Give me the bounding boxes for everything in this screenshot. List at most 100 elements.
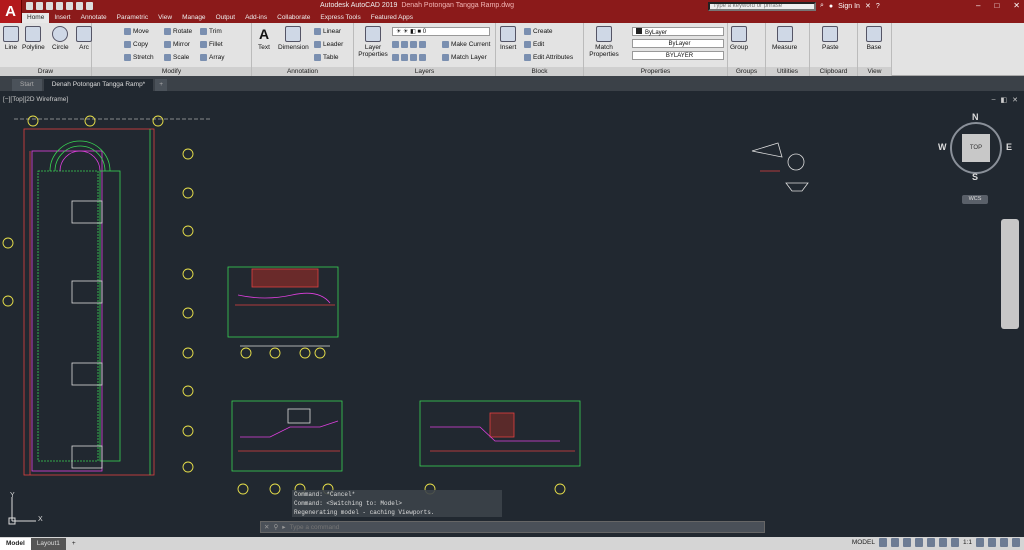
layer-tool-icons-2[interactable]	[392, 54, 426, 61]
ortho-icon[interactable]	[902, 538, 911, 547]
layer-properties-button[interactable]: Layer Properties	[357, 26, 389, 58]
panel-title-annotation[interactable]: Annotation	[252, 67, 353, 76]
scale-button[interactable]: Scale	[164, 54, 189, 61]
panel-title-modify[interactable]: Modify	[92, 67, 251, 76]
ribbon-tab-parametric[interactable]: Parametric	[112, 13, 153, 23]
saveas-icon[interactable]	[56, 2, 63, 10]
panel-title-clipboard[interactable]: Clipboard	[810, 67, 857, 76]
new-tab-button[interactable]: +	[155, 79, 168, 91]
compass-east[interactable]: E	[1006, 142, 1012, 152]
trim-button[interactable]: Trim	[200, 28, 222, 35]
command-close-icon[interactable]: ✕	[264, 523, 269, 531]
create-block-button[interactable]: Create	[524, 28, 553, 35]
exchange-icon[interactable]: ✕	[865, 2, 871, 10]
model-space-toggle[interactable]: MODEL	[852, 539, 875, 546]
color-dropdown[interactable]: ByLayer	[632, 27, 724, 36]
panel-title-draw[interactable]: Draw	[0, 67, 91, 76]
compass-south[interactable]: S	[972, 172, 978, 182]
edit-block-button[interactable]: Edit	[524, 41, 544, 48]
mirror-button[interactable]: Mirror	[164, 41, 190, 48]
panel-title-properties[interactable]: Properties	[584, 67, 727, 76]
customize-icon[interactable]	[1012, 538, 1020, 547]
user-icon[interactable]: ●	[829, 3, 833, 10]
arc-button[interactable]: Arc	[76, 26, 92, 51]
sign-in-link[interactable]: Sign In	[838, 3, 860, 10]
ribbon-tab-featured-apps[interactable]: Featured Apps	[366, 13, 418, 23]
array-button[interactable]: Array	[200, 54, 225, 61]
help-icon[interactable]: ?	[876, 3, 880, 10]
polyline-button[interactable]: Polyline	[22, 26, 45, 51]
ribbon-tab-express-tools[interactable]: Express Tools	[315, 13, 365, 23]
lineweight-dropdown[interactable]: BYLAYER	[632, 51, 724, 60]
table-button[interactable]: Table	[314, 54, 339, 61]
panel-title-view[interactable]: View	[858, 67, 891, 76]
layout-tab-layout1[interactable]: Layout1	[30, 537, 66, 550]
ribbon-tab-add-ins[interactable]: Add-ins	[240, 13, 272, 23]
rotate-button[interactable]: Rotate	[164, 28, 192, 35]
compass-west[interactable]: W	[938, 142, 947, 152]
fullscreen-icon[interactable]	[1000, 538, 1008, 547]
layer-dropdown[interactable]: ☀ ☀ ◧ ■ 0	[392, 27, 490, 36]
workspace-gear-icon[interactable]	[976, 538, 984, 547]
file-tab-start[interactable]: Start	[12, 79, 42, 91]
grid-icon[interactable]	[878, 538, 887, 547]
paste-button[interactable]: Paste	[822, 26, 839, 51]
panel-title-layers[interactable]: Layers	[354, 67, 495, 76]
command-customize-icon[interactable]: ⚲	[273, 523, 278, 531]
viewcube[interactable]: TOP N S E W	[938, 112, 1012, 182]
save-icon[interactable]	[46, 2, 53, 10]
measure-button[interactable]: Measure	[772, 26, 797, 51]
minimize-icon[interactable]: –	[976, 1, 980, 10]
ribbon-tab-insert[interactable]: Insert	[49, 13, 75, 23]
ribbon-tab-output[interactable]: Output	[211, 13, 241, 23]
base-button[interactable]: Base	[866, 26, 882, 51]
linear-button[interactable]: Linear	[314, 28, 341, 35]
group-button[interactable]: Group	[730, 26, 748, 51]
panel-title-block[interactable]: Block	[496, 67, 583, 76]
ribbon-tab-view[interactable]: View	[153, 13, 177, 23]
open-icon[interactable]	[36, 2, 43, 10]
file-tab-drawing[interactable]: Denah Potongan Tangga Ramp*	[43, 79, 154, 91]
layout-tab-model[interactable]: Model	[0, 537, 31, 550]
drawing-viewport[interactable]: [−][Top][2D Wireframe] – ◧ ✕ TOP N S E W…	[0, 91, 1024, 537]
binoculars-icon[interactable]: ⌕	[820, 2, 824, 10]
osnap-icon[interactable]	[926, 538, 935, 547]
viewcube-top-face[interactable]: TOP	[962, 134, 990, 162]
new-layout-button[interactable]: +	[66, 538, 82, 550]
text-button[interactable]: A Text	[256, 26, 272, 51]
lineweight-icon[interactable]	[938, 538, 947, 547]
panel-title-groups[interactable]: Groups	[728, 67, 765, 76]
layer-tool-icons[interactable]	[392, 41, 426, 48]
edit-attributes-button[interactable]: Edit Attributes	[524, 54, 573, 61]
ribbon-tab-home[interactable]: Home	[22, 13, 50, 23]
insert-button[interactable]: Insert	[500, 26, 516, 51]
stretch-button[interactable]: Stretch	[124, 54, 154, 61]
match-layer-button[interactable]: Match Layer	[442, 54, 487, 61]
annotation-scale[interactable]: 1:1	[963, 539, 972, 546]
navigation-bar[interactable]	[1001, 219, 1019, 329]
circle-button[interactable]: Circle	[52, 26, 69, 51]
snap-icon[interactable]	[890, 538, 899, 547]
redo-icon[interactable]	[86, 2, 93, 10]
search-input[interactable]	[708, 2, 816, 11]
copy-button[interactable]: Copy	[124, 41, 148, 48]
linetype-dropdown[interactable]: ByLayer	[632, 39, 724, 48]
ribbon-tab-collaborate[interactable]: Collaborate	[272, 13, 315, 23]
undo-icon[interactable]	[76, 2, 83, 10]
leader-button[interactable]: Leader	[314, 41, 343, 48]
move-button[interactable]: Move	[124, 28, 149, 35]
panel-title-utilities[interactable]: Utilities	[766, 67, 809, 76]
plot-icon[interactable]	[66, 2, 73, 10]
quick-access-toolbar[interactable]	[26, 2, 93, 10]
make-current-button[interactable]: Make Current	[442, 41, 490, 48]
line-button[interactable]: Line	[3, 26, 19, 51]
annotation-icon[interactable]	[950, 538, 959, 547]
ribbon-tab-manage[interactable]: Manage	[177, 13, 211, 23]
ribbon-tab-annotate[interactable]: Annotate	[76, 13, 112, 23]
match-properties-button[interactable]: Match Properties	[588, 26, 620, 58]
fillet-button[interactable]: Fillet	[200, 41, 223, 48]
wcs-menu[interactable]: WCS	[962, 195, 988, 204]
isolate-icon[interactable]	[988, 538, 996, 547]
command-input[interactable]	[289, 523, 730, 531]
app-menu-button[interactable]: A	[0, 0, 22, 23]
